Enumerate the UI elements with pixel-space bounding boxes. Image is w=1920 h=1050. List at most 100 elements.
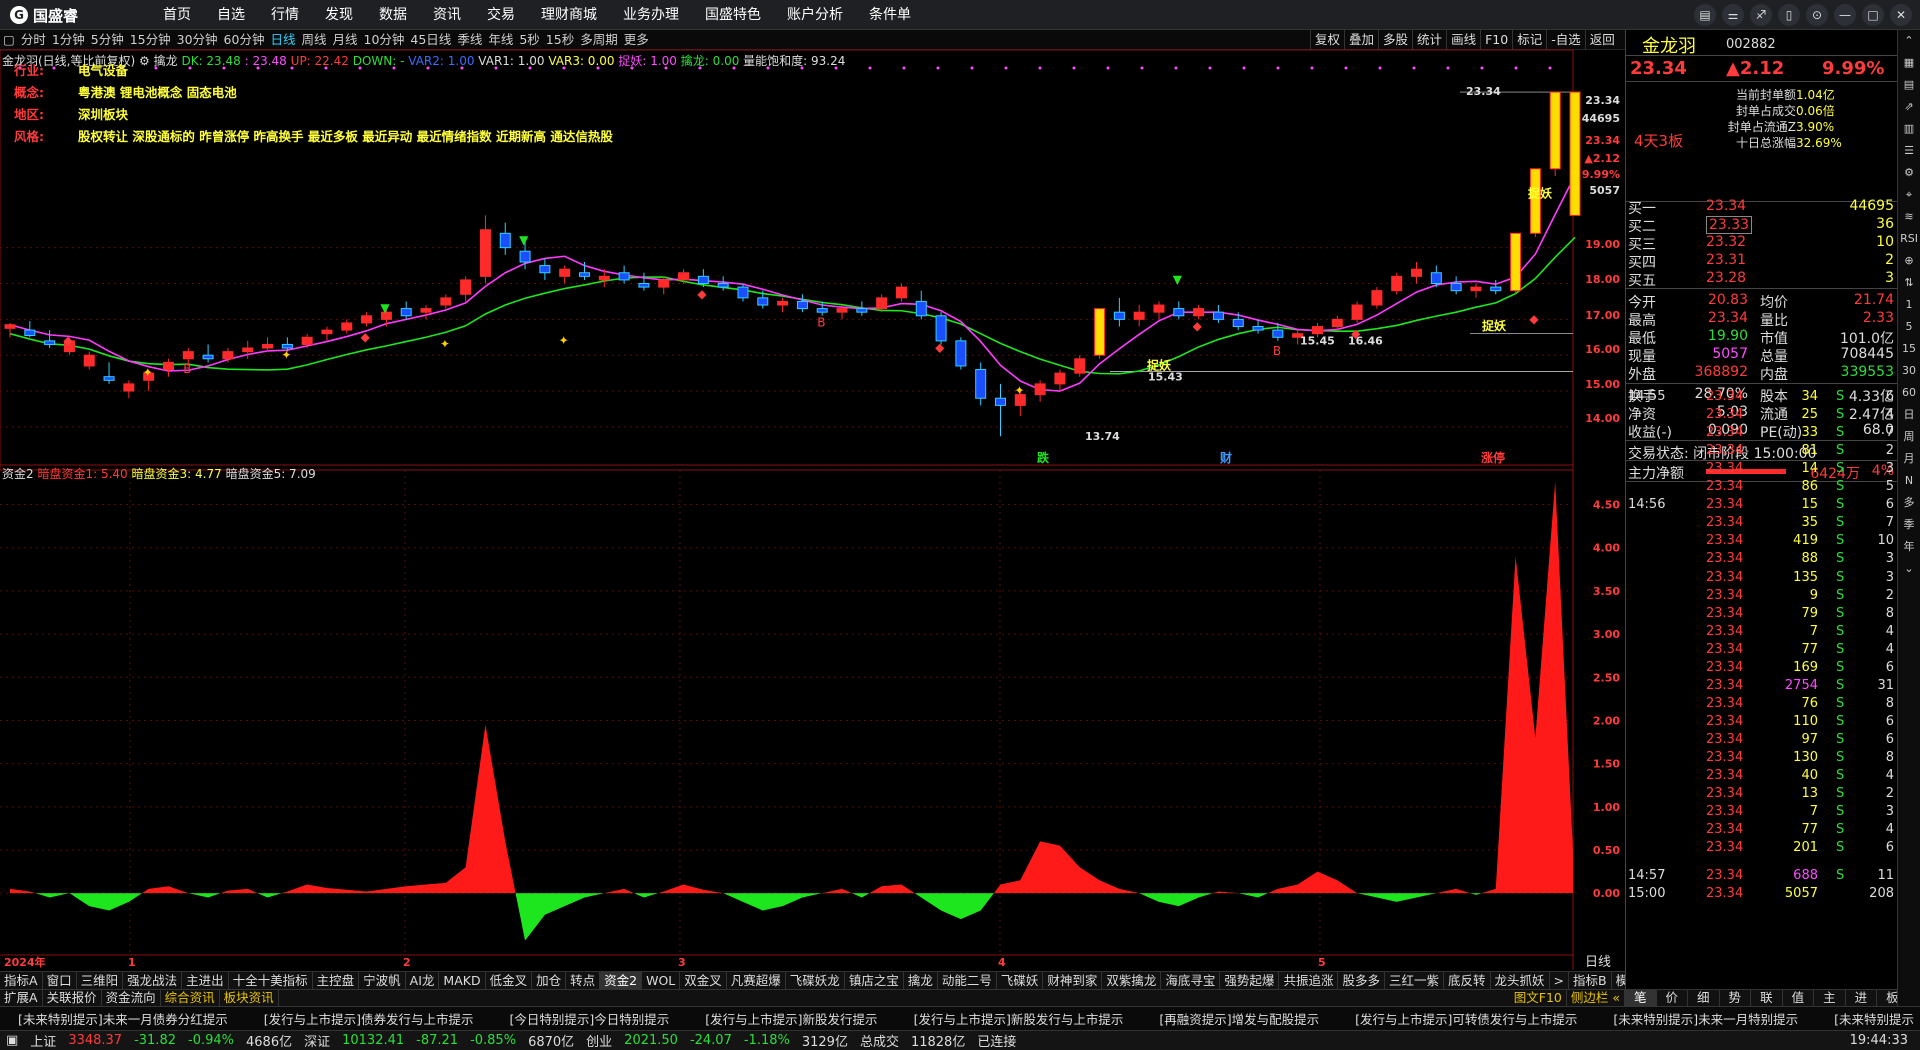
candle[interactable] bbox=[737, 286, 749, 299]
candle[interactable] bbox=[301, 336, 313, 345]
candle[interactable] bbox=[955, 340, 967, 367]
sidebar-btn-2[interactable]: ▤ bbox=[1898, 74, 1920, 96]
indicator-tab-0[interactable]: 指标A bbox=[0, 972, 43, 989]
sidebar-btn-8[interactable]: ≋ bbox=[1898, 206, 1920, 228]
indicator-tab-22[interactable]: 财神到家 bbox=[1043, 972, 1103, 989]
ticker-item-2[interactable]: [今日特别提示]今日特别提示 bbox=[492, 1009, 688, 1028]
indicator-tab-25[interactable]: 强势起爆 bbox=[1220, 972, 1280, 989]
right-tab-7[interactable]: 进 bbox=[1846, 990, 1878, 1006]
candle[interactable] bbox=[777, 300, 789, 306]
gear-icon[interactable]: ⚙ bbox=[139, 54, 150, 68]
candle[interactable] bbox=[658, 279, 670, 288]
candle[interactable] bbox=[618, 272, 630, 281]
indicator-tab-5[interactable]: 十全十美指标 bbox=[229, 972, 313, 989]
ext-tab-0[interactable]: 扩展A bbox=[0, 990, 43, 1006]
candle[interactable] bbox=[44, 340, 56, 345]
candle[interactable] bbox=[400, 308, 412, 317]
sidebar-btn-14[interactable]: 15 bbox=[1898, 338, 1920, 360]
candle[interactable] bbox=[202, 354, 214, 360]
ticker-item-8[interactable]: [未来特别提示 bbox=[1816, 1009, 1920, 1028]
sidebar-btn-11[interactable]: ⇅ bbox=[1898, 272, 1920, 294]
candle[interactable] bbox=[341, 322, 353, 331]
indicator-tab-24[interactable]: 海底寻宝 bbox=[1161, 972, 1221, 989]
candle[interactable] bbox=[182, 351, 194, 360]
indicator-tab-15[interactable]: 双金叉 bbox=[680, 972, 727, 989]
candle[interactable] bbox=[24, 329, 36, 336]
candle[interactable] bbox=[1430, 272, 1442, 285]
candle[interactable] bbox=[678, 272, 690, 281]
ticker-item-0[interactable]: [未来特别提示]未来一月债券分红提示 bbox=[0, 1009, 246, 1028]
right-tab-4[interactable]: 联 bbox=[1751, 990, 1783, 1006]
candle[interactable] bbox=[816, 308, 828, 313]
candle[interactable] bbox=[638, 283, 650, 288]
candle[interactable] bbox=[796, 300, 808, 310]
ticker-item-6[interactable]: [发行与上市提示]可转债发行与上市提示 bbox=[1337, 1009, 1595, 1028]
candle[interactable] bbox=[856, 308, 868, 313]
window-control-icon-3[interactable]: ▯ bbox=[1778, 4, 1800, 26]
candle[interactable] bbox=[83, 354, 95, 367]
candle[interactable] bbox=[1074, 358, 1086, 374]
indicator-tab-29[interactable]: 底反转 bbox=[1444, 972, 1491, 989]
candle[interactable] bbox=[836, 308, 848, 313]
candle[interactable] bbox=[915, 300, 927, 317]
sidebar-btn-3[interactable]: ⇗ bbox=[1898, 96, 1920, 118]
candle[interactable] bbox=[519, 250, 531, 263]
candle[interactable] bbox=[1232, 318, 1244, 328]
ext-tab-4[interactable]: 板块资讯 bbox=[220, 990, 279, 1006]
candle[interactable] bbox=[1054, 372, 1066, 385]
candle[interactable] bbox=[242, 347, 254, 353]
sidebar-btn-12[interactable]: 1 bbox=[1898, 294, 1920, 316]
ext-tab-1[interactable]: 关联报价 bbox=[43, 990, 102, 1006]
candle[interactable] bbox=[876, 297, 888, 310]
candle[interactable] bbox=[1034, 383, 1046, 396]
indicator-tab-14[interactable]: WOL bbox=[642, 972, 681, 989]
candle[interactable] bbox=[1113, 311, 1125, 320]
candle[interactable] bbox=[717, 283, 729, 288]
indicator-tab-20[interactable]: 动能二号 bbox=[938, 972, 997, 989]
indicator-tab-30[interactable]: 龙头抓妖 bbox=[1491, 972, 1550, 989]
candle[interactable] bbox=[975, 369, 987, 399]
sidebar-btn-19[interactable]: 月 bbox=[1898, 448, 1920, 470]
indicator-tab-10[interactable]: 低金叉 bbox=[486, 972, 533, 989]
indicator-tab-4[interactable]: 主进出 bbox=[182, 972, 229, 989]
ticker-item-7[interactable]: [未来特别提示]未来一月特别提示 bbox=[1595, 1009, 1816, 1028]
ext-tab-2[interactable]: 资金流向 bbox=[102, 990, 161, 1006]
ticker-item-4[interactable]: [发行与上市提示]新股发行与上市提示 bbox=[896, 1009, 1142, 1028]
indicator-tab-19[interactable]: 擒龙 bbox=[904, 972, 938, 989]
sidebar-btn-22[interactable]: 季 bbox=[1898, 514, 1920, 536]
candle[interactable] bbox=[1529, 168, 1541, 234]
indicator-tab-1[interactable]: 窗口 bbox=[43, 972, 77, 989]
candle[interactable] bbox=[559, 268, 571, 277]
sidebar-btn-4[interactable]: ▥ bbox=[1898, 118, 1920, 140]
candle[interactable] bbox=[1094, 308, 1106, 356]
window-control-icon-2[interactable]: ♐ bbox=[1750, 4, 1772, 26]
candle[interactable] bbox=[321, 329, 333, 335]
candle[interactable] bbox=[361, 315, 373, 324]
indicator-tab-31[interactable]: > bbox=[1550, 972, 1569, 989]
candle[interactable] bbox=[578, 272, 590, 277]
sidebar-btn-24[interactable]: ⌄ bbox=[1898, 558, 1920, 580]
candle[interactable] bbox=[1411, 268, 1423, 277]
candle[interactable] bbox=[1351, 304, 1363, 320]
indicator-tab-8[interactable]: AI龙 bbox=[406, 972, 440, 989]
right-tab-5[interactable]: 值 bbox=[1783, 990, 1815, 1006]
right-tab-0[interactable]: 笔 bbox=[1625, 990, 1657, 1006]
window-control-icon-5[interactable]: — bbox=[1834, 4, 1856, 26]
ext-right-tab-0[interactable]: 图文F10 bbox=[1510, 990, 1567, 1006]
candle[interactable] bbox=[1173, 308, 1185, 317]
window-control-icon-1[interactable]: ⚌ bbox=[1722, 4, 1744, 26]
sidebar-btn-7[interactable]: ⌖ bbox=[1898, 184, 1920, 206]
indicator-tab-32[interactable]: 指标B bbox=[1569, 972, 1612, 989]
indicator-tab-12[interactable]: 转点 bbox=[566, 972, 601, 989]
indicator-tab-13[interactable]: 资金2 bbox=[600, 972, 643, 989]
right-tab-2[interactable]: 细 bbox=[1688, 990, 1720, 1006]
indicator-tab-18[interactable]: 镇店之宝 bbox=[845, 972, 904, 989]
candle[interactable] bbox=[995, 397, 1007, 406]
ticker-item-5[interactable]: [再融资提示]增发与配股提示 bbox=[1141, 1009, 1337, 1028]
right-tab-6[interactable]: 主 bbox=[1814, 990, 1846, 1006]
candle[interactable] bbox=[440, 297, 452, 306]
candle[interactable] bbox=[1252, 326, 1264, 331]
ext-right-tab-1[interactable]: 侧边栏 « bbox=[1567, 990, 1625, 1006]
candle[interactable] bbox=[1153, 304, 1165, 313]
sidebar-btn-0[interactable]: ⌃ bbox=[1898, 30, 1920, 52]
